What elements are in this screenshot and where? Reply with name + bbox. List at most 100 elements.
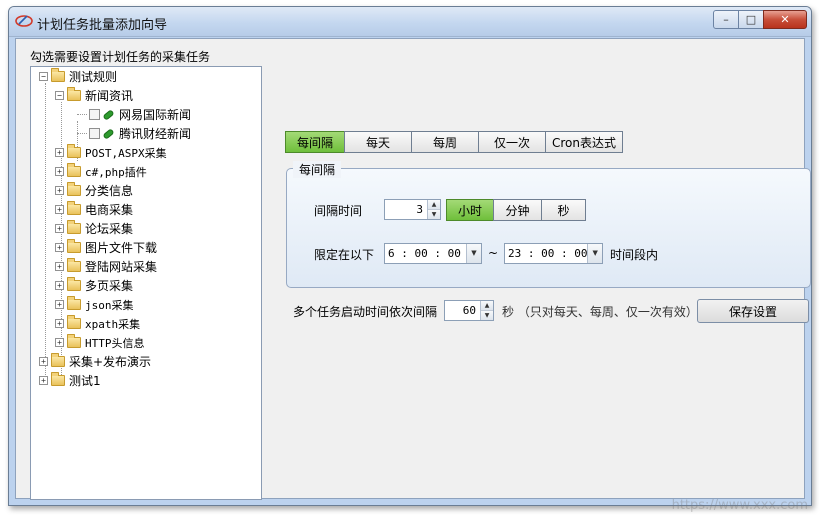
tree-section-label: 勾选需要设置计划任务的采集任务 — [30, 50, 211, 64]
tree-node-label: 分类信息 — [85, 184, 134, 198]
folder-icon — [67, 163, 81, 177]
tree-node-label: c#,php插件 — [85, 165, 147, 179]
expand-toggle-icon[interactable]: + — [39, 357, 48, 366]
tree-node-label: 测试1 — [69, 374, 101, 388]
folder-icon — [67, 144, 81, 158]
expand-toggle-icon[interactable]: + — [55, 262, 64, 271]
tree-node-news[interactable]: − 新闻资讯 — [55, 86, 133, 105]
tree-node-top[interactable]: + 采集+发布演示 — [39, 352, 151, 371]
tree-node-group[interactable]: + c#,php插件 — [55, 162, 147, 181]
tree-node-label: 论坛采集 — [85, 222, 134, 236]
folder-icon — [67, 201, 81, 215]
folder-icon — [51, 372, 65, 386]
tree-node-label: 多页采集 — [85, 279, 134, 293]
end-time-picker[interactable]: 23 : 00 : 00 ▼ — [504, 243, 603, 264]
expand-toggle-icon[interactable]: + — [55, 338, 64, 347]
window-title: 计划任务批量添加向导 — [37, 18, 168, 33]
folder-icon — [67, 239, 81, 253]
title-bar: 计划任务批量添加向导 – □ ✕ — [9, 7, 811, 37]
task-checkbox[interactable] — [89, 109, 100, 120]
spin-down-icon[interactable]: ▼ — [481, 310, 493, 320]
expand-toggle-icon[interactable]: + — [55, 319, 64, 328]
stagger-spinner[interactable]: 60 ▲ ▼ — [444, 300, 494, 321]
interval-spinner[interactable]: 3 ▲ ▼ — [384, 199, 441, 220]
interval-label: 间隔时间 — [314, 204, 363, 218]
task-leaf-icon — [102, 108, 115, 121]
folder-icon — [51, 353, 65, 367]
tree-node-group[interactable]: + POST,ASPX采集 — [55, 143, 167, 162]
end-time-value[interactable]: 23 : 00 : 00 — [505, 244, 587, 263]
interval-unit-selector: 小时 分钟 秒 — [446, 199, 586, 221]
start-time-value[interactable]: 6 : 00 : 00 — [385, 244, 466, 263]
expand-toggle-icon[interactable]: + — [55, 167, 64, 176]
tree-node-label: 测试规则 — [69, 70, 118, 84]
folder-icon — [67, 277, 81, 291]
spin-up-icon[interactable]: ▲ — [428, 200, 440, 209]
close-button[interactable]: ✕ — [763, 10, 807, 29]
window-controls: – □ ✕ — [713, 10, 807, 30]
expand-toggle-icon[interactable]: + — [55, 186, 64, 195]
start-time-picker[interactable]: 6 : 00 : 00 ▼ — [384, 243, 482, 264]
expand-toggle-icon[interactable]: + — [55, 300, 64, 309]
folder-icon — [67, 296, 81, 310]
tab-weekly[interactable]: 每周 — [411, 131, 479, 153]
expand-toggle-icon[interactable]: + — [55, 205, 64, 214]
tree-leaf-netease[interactable]: 网易国际新闻 — [89, 105, 191, 124]
expand-toggle-icon[interactable]: + — [55, 148, 64, 157]
tab-interval[interactable]: 每间隔 — [285, 131, 345, 153]
folder-icon — [67, 334, 81, 348]
unit-minutes-button[interactable]: 分钟 — [493, 199, 542, 221]
unit-seconds-button[interactable]: 秒 — [541, 199, 586, 221]
stagger-suffix: 秒 （只对每天、每周、仅一次有效） — [502, 305, 698, 319]
expand-toggle-icon[interactable]: + — [55, 281, 64, 290]
tree-leaf-tencent[interactable]: 腾讯财经新闻 — [89, 124, 191, 143]
expand-toggle-icon[interactable]: + — [55, 224, 64, 233]
tree-node-group[interactable]: + 论坛采集 — [55, 219, 133, 238]
tree-leaf-label: 腾讯财经新闻 — [119, 127, 192, 141]
tab-daily[interactable]: 每天 — [344, 131, 412, 153]
stagger-value[interactable]: 60 — [445, 301, 480, 320]
interval-value[interactable]: 3 — [385, 200, 427, 219]
unit-hours-button[interactable]: 小时 — [446, 199, 494, 221]
tree-node-group[interactable]: + 登陆网站采集 — [55, 257, 157, 276]
tree-node-group[interactable]: + 分类信息 — [55, 181, 133, 200]
save-settings-button[interactable]: 保存设置 — [697, 299, 809, 323]
folder-icon — [51, 68, 65, 82]
dropdown-arrow-icon[interactable]: ▼ — [466, 244, 481, 263]
maximize-button[interactable]: □ — [738, 10, 764, 29]
tree-node-label: 新闻资讯 — [85, 89, 134, 103]
tree-node-group[interactable]: + HTTP头信息 — [55, 333, 145, 352]
range-tilde: ~ — [488, 246, 499, 260]
tree-node-group[interactable]: + xpath采集 — [55, 314, 140, 333]
schedule-tabs: 每间隔 每天 每周 仅一次 Cron表达式 — [285, 131, 623, 153]
app-logo-icon — [15, 15, 33, 27]
task-leaf-icon — [102, 127, 115, 140]
expand-toggle-icon[interactable]: + — [39, 376, 48, 385]
tab-once[interactable]: 仅一次 — [478, 131, 546, 153]
tree-node-label: xpath采集 — [85, 317, 141, 331]
spin-down-icon[interactable]: ▼ — [428, 209, 440, 219]
tree-node-group[interactable]: + json采集 — [55, 295, 134, 314]
tree-leaf-label: 网易国际新闻 — [119, 108, 192, 122]
stagger-label: 多个任务启动时间依次间隔 — [293, 305, 438, 319]
collapse-toggle-icon[interactable]: − — [55, 91, 64, 100]
folder-icon — [67, 258, 81, 272]
tab-cron[interactable]: Cron表达式 — [545, 131, 623, 153]
tree-node-label: json采集 — [85, 298, 134, 312]
tree-node-top[interactable]: + 测试1 — [39, 371, 101, 390]
dropdown-arrow-icon[interactable]: ▼ — [587, 244, 602, 263]
tree-node-label: 图片文件下载 — [85, 241, 158, 255]
tree-node-group[interactable]: + 电商采集 — [55, 200, 133, 219]
collapse-toggle-icon[interactable]: − — [39, 72, 48, 81]
watermark-text: https://www.xxx.com — [671, 498, 808, 513]
minimize-button[interactable]: – — [713, 10, 739, 29]
expand-toggle-icon[interactable]: + — [55, 243, 64, 252]
interval-group: 每间隔 间隔时间 3 ▲ ▼ 小时 分钟 秒 限定在以下 6 : 00 : 00… — [286, 161, 811, 288]
tree-node-root[interactable]: − 测试规则 — [39, 67, 117, 86]
tree-node-group[interactable]: + 多页采集 — [55, 276, 133, 295]
task-tree[interactable]: − 测试规则 − 新闻资讯 网易国际新闻 腾讯财经新闻 + POST,ASPX采… — [30, 66, 262, 500]
spin-up-icon[interactable]: ▲ — [481, 301, 493, 310]
task-checkbox[interactable] — [89, 128, 100, 139]
tree-node-group[interactable]: + 图片文件下载 — [55, 238, 157, 257]
tree-node-label: 采集+发布演示 — [69, 355, 152, 369]
